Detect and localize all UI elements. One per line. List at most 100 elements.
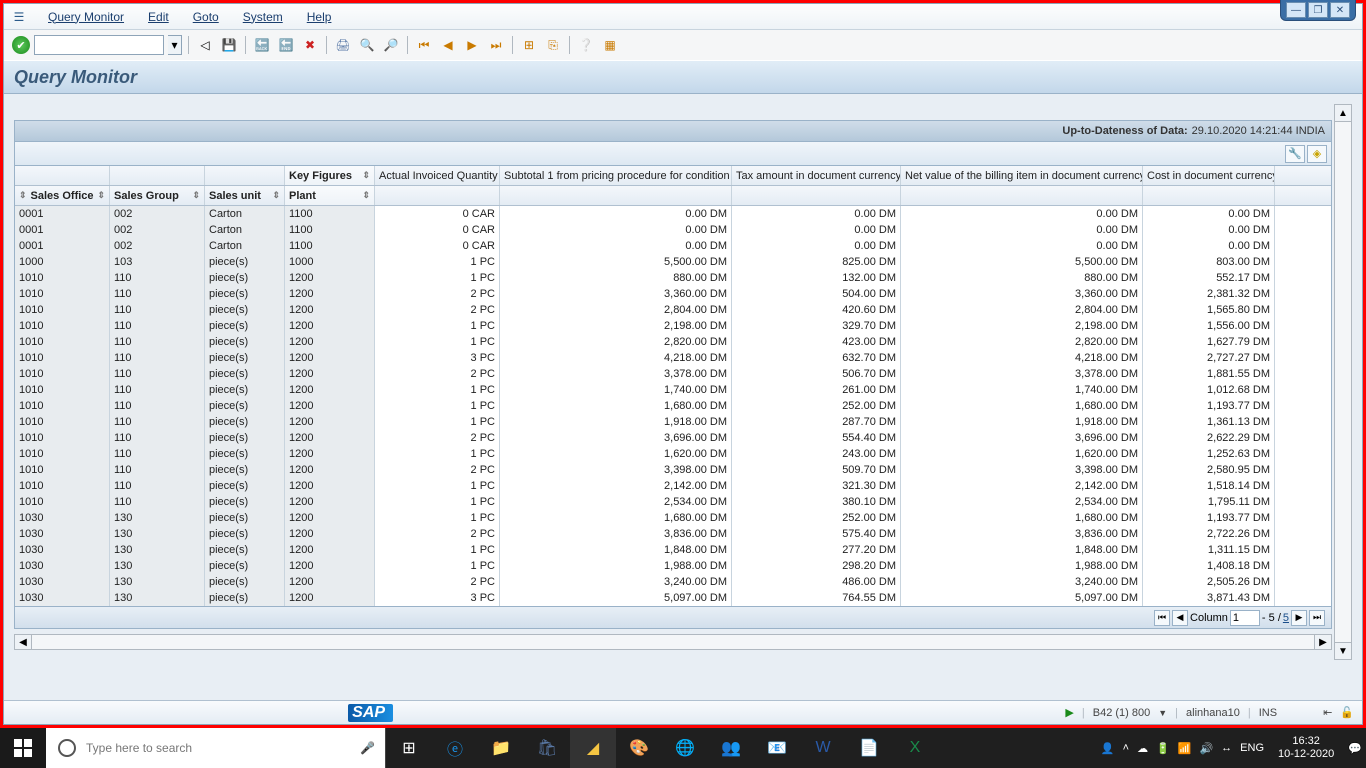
store-icon[interactable]: 🛍	[524, 728, 570, 768]
back-icon[interactable]: 🔙	[252, 35, 272, 55]
word-icon[interactable]: W	[800, 728, 846, 768]
sort-icon[interactable]: ⇕	[272, 190, 280, 201]
scroll-right-icon[interactable]: ▶	[1314, 634, 1332, 650]
shortcut-icon[interactable]: ⎘	[543, 35, 563, 55]
vertical-scrollbar[interactable]: ▲ ▼	[1334, 104, 1352, 660]
tag-icon[interactable]: ◈	[1307, 145, 1327, 163]
table-row[interactable]: 1010110piece(s)12002 PC3,398.00 DM509.70…	[15, 462, 1331, 478]
table-row[interactable]: 1010110piece(s)12001 PC1,620.00 DM243.00…	[15, 446, 1331, 462]
first-page-icon[interactable]: ⏮	[414, 35, 434, 55]
app-menu-icon[interactable]: ☰	[10, 8, 28, 26]
table-row[interactable]: 1030130piece(s)12001 PC1,680.00 DM252.00…	[15, 510, 1331, 526]
restore-button[interactable]: ❐	[1308, 2, 1328, 18]
layout-icon[interactable]: ▦	[600, 35, 620, 55]
table-row[interactable]: 1010110piece(s)12001 PC1,918.00 DM287.70…	[15, 414, 1331, 430]
command-field[interactable]	[34, 35, 164, 55]
scroll-up-icon[interactable]: ▲	[1334, 104, 1352, 122]
pagination-input[interactable]	[1230, 610, 1260, 626]
table-row[interactable]: 1010110piece(s)12001 PC2,198.00 DM329.70…	[15, 318, 1331, 334]
print-icon[interactable]: 🖨	[333, 35, 353, 55]
col-sales-group[interactable]: Sales Group⇕	[110, 186, 205, 205]
back-arrow-icon[interactable]: ◁	[195, 35, 215, 55]
paint-icon[interactable]: 🎨	[616, 728, 662, 768]
col-subtotal-1[interactable]: Subtotal 1 from pricing procedure for co…	[500, 166, 732, 185]
chrome-icon[interactable]: 🌐	[662, 728, 708, 768]
table-row[interactable]: 1030130piece(s)12001 PC1,988.00 DM298.20…	[15, 558, 1331, 574]
col-plant[interactable]: Plant⇕	[285, 186, 375, 205]
explorer-icon[interactable]: 📁	[478, 728, 524, 768]
find-next-icon[interactable]: 🔎	[381, 35, 401, 55]
new-session-icon[interactable]: ⊞	[519, 35, 539, 55]
save-icon[interactable]: 💾	[219, 35, 239, 55]
find-icon[interactable]: 🔍	[357, 35, 377, 55]
scroll-left-icon[interactable]: ◀	[14, 634, 32, 650]
table-row[interactable]: 1030130piece(s)12002 PC3,836.00 DM575.40…	[15, 526, 1331, 542]
sort-icon[interactable]: ⇕	[19, 190, 27, 201]
onedrive-icon[interactable]: ☁	[1137, 742, 1148, 755]
menu-help[interactable]: Help	[295, 4, 344, 29]
notifications-icon[interactable]: 💬	[1348, 742, 1362, 755]
table-row[interactable]: 1030130piece(s)12003 PC5,097.00 DM764.55…	[15, 590, 1331, 606]
scroll-down-icon[interactable]: ▼	[1334, 642, 1352, 660]
close-button[interactable]: ✕	[1330, 2, 1350, 18]
prev-page-icon[interactable]: ◀	[438, 35, 458, 55]
last-page-icon[interactable]: ⏭	[486, 35, 506, 55]
table-row[interactable]: 0001002Carton11000 CAR0.00 DM0.00 DM0.00…	[15, 238, 1331, 254]
col-tax-amount[interactable]: Tax amount in document currency	[732, 166, 901, 185]
sort-icon[interactable]: ⇕	[192, 190, 200, 201]
table-row[interactable]: 1010110piece(s)12002 PC2,804.00 DM420.60…	[15, 302, 1331, 318]
table-row[interactable]: 1030130piece(s)12001 PC1,848.00 DM277.20…	[15, 542, 1331, 558]
edge-icon[interactable]: ⓔ	[432, 728, 478, 768]
table-row[interactable]: 0001002Carton11000 CAR0.00 DM0.00 DM0.00…	[15, 222, 1331, 238]
start-button[interactable]	[0, 728, 46, 768]
sort-icon[interactable]: ⇕	[97, 190, 105, 201]
col-sales-unit[interactable]: Sales unit⇕	[205, 186, 285, 205]
table-row[interactable]: 1010110piece(s)12003 PC4,218.00 DM632.70…	[15, 350, 1331, 366]
col-cost[interactable]: Cost in document currency	[1143, 166, 1275, 185]
teams-icon[interactable]: 👥	[708, 728, 754, 768]
menu-edit[interactable]: Edit	[136, 4, 181, 29]
exit-icon[interactable]: 🔚	[276, 35, 296, 55]
mic-icon[interactable]: 🎤	[360, 741, 375, 755]
table-row[interactable]: 1010110piece(s)12001 PC2,820.00 DM423.00…	[15, 334, 1331, 350]
help-icon[interactable]: ❔	[576, 35, 596, 55]
col-actual-invoiced-qty[interactable]: Actual Invoiced Quantity	[375, 166, 500, 185]
tray-up-icon[interactable]: ˄	[1123, 742, 1129, 754]
table-row[interactable]: 1010110piece(s)12002 PC3,378.00 DM506.70…	[15, 366, 1331, 382]
volume-icon[interactable]: 🔊	[1199, 742, 1213, 755]
col-sales-office[interactable]: ⇕Sales Office⇕	[15, 186, 110, 205]
people-icon[interactable]: 👤	[1101, 742, 1115, 755]
menu-goto[interactable]: Goto	[181, 4, 231, 29]
table-row[interactable]: 1010110piece(s)12001 PC2,142.00 DM321.30…	[15, 478, 1331, 494]
next-page-icon[interactable]: ▶	[462, 35, 482, 55]
table-row[interactable]: 1010110piece(s)12002 PC3,360.00 DM504.00…	[15, 286, 1331, 302]
lang-indicator[interactable]: ENG	[1240, 742, 1264, 754]
table-row[interactable]: 1010110piece(s)12001 PC1,680.00 DM252.00…	[15, 398, 1331, 414]
enter-icon[interactable]: ✔	[12, 36, 30, 54]
taskbar-clock[interactable]: 16:3210-12-2020	[1272, 735, 1340, 761]
next-column-button[interactable]: ▶	[1291, 610, 1307, 626]
table-row[interactable]: 1000103piece(s)10001 PC5,500.00 DM825.00…	[15, 254, 1331, 270]
outlook-icon[interactable]: 📧	[754, 728, 800, 768]
first-column-button[interactable]: ⏮	[1154, 610, 1170, 626]
notepad-icon[interactable]: 📄	[846, 728, 892, 768]
last-column-button[interactable]: ⏭	[1309, 610, 1325, 626]
table-row[interactable]: 0001002Carton11000 CAR0.00 DM0.00 DM0.00…	[15, 206, 1331, 222]
taskbar-search[interactable]: Type here to search 🎤	[46, 728, 386, 768]
sap-icon[interactable]: ◢	[570, 728, 616, 768]
bluetooth-icon[interactable]: ↔	[1221, 742, 1232, 754]
battery-icon[interactable]: 🔋	[1156, 742, 1170, 755]
minimize-button[interactable]: —	[1286, 2, 1306, 18]
wifi-icon[interactable]: 📶	[1178, 742, 1192, 755]
cancel-icon[interactable]: ✖	[300, 35, 320, 55]
excel-icon[interactable]: X	[892, 728, 938, 768]
sort-icon[interactable]: ⇕	[362, 190, 370, 201]
table-row[interactable]: 1030130piece(s)12002 PC3,240.00 DM486.00…	[15, 574, 1331, 590]
horizontal-scrollbar[interactable]: ◀ ▶	[14, 633, 1332, 651]
table-row[interactable]: 1010110piece(s)12002 PC3,696.00 DM554.40…	[15, 430, 1331, 446]
table-row[interactable]: 1010110piece(s)12001 PC2,534.00 DM380.10…	[15, 494, 1331, 510]
settings-icon[interactable]: 🔧	[1285, 145, 1305, 163]
col-net-value[interactable]: Net value of the billing item in documen…	[901, 166, 1143, 185]
command-dropdown[interactable]: ▾	[168, 35, 182, 55]
prev-column-button[interactable]: ◀	[1172, 610, 1188, 626]
